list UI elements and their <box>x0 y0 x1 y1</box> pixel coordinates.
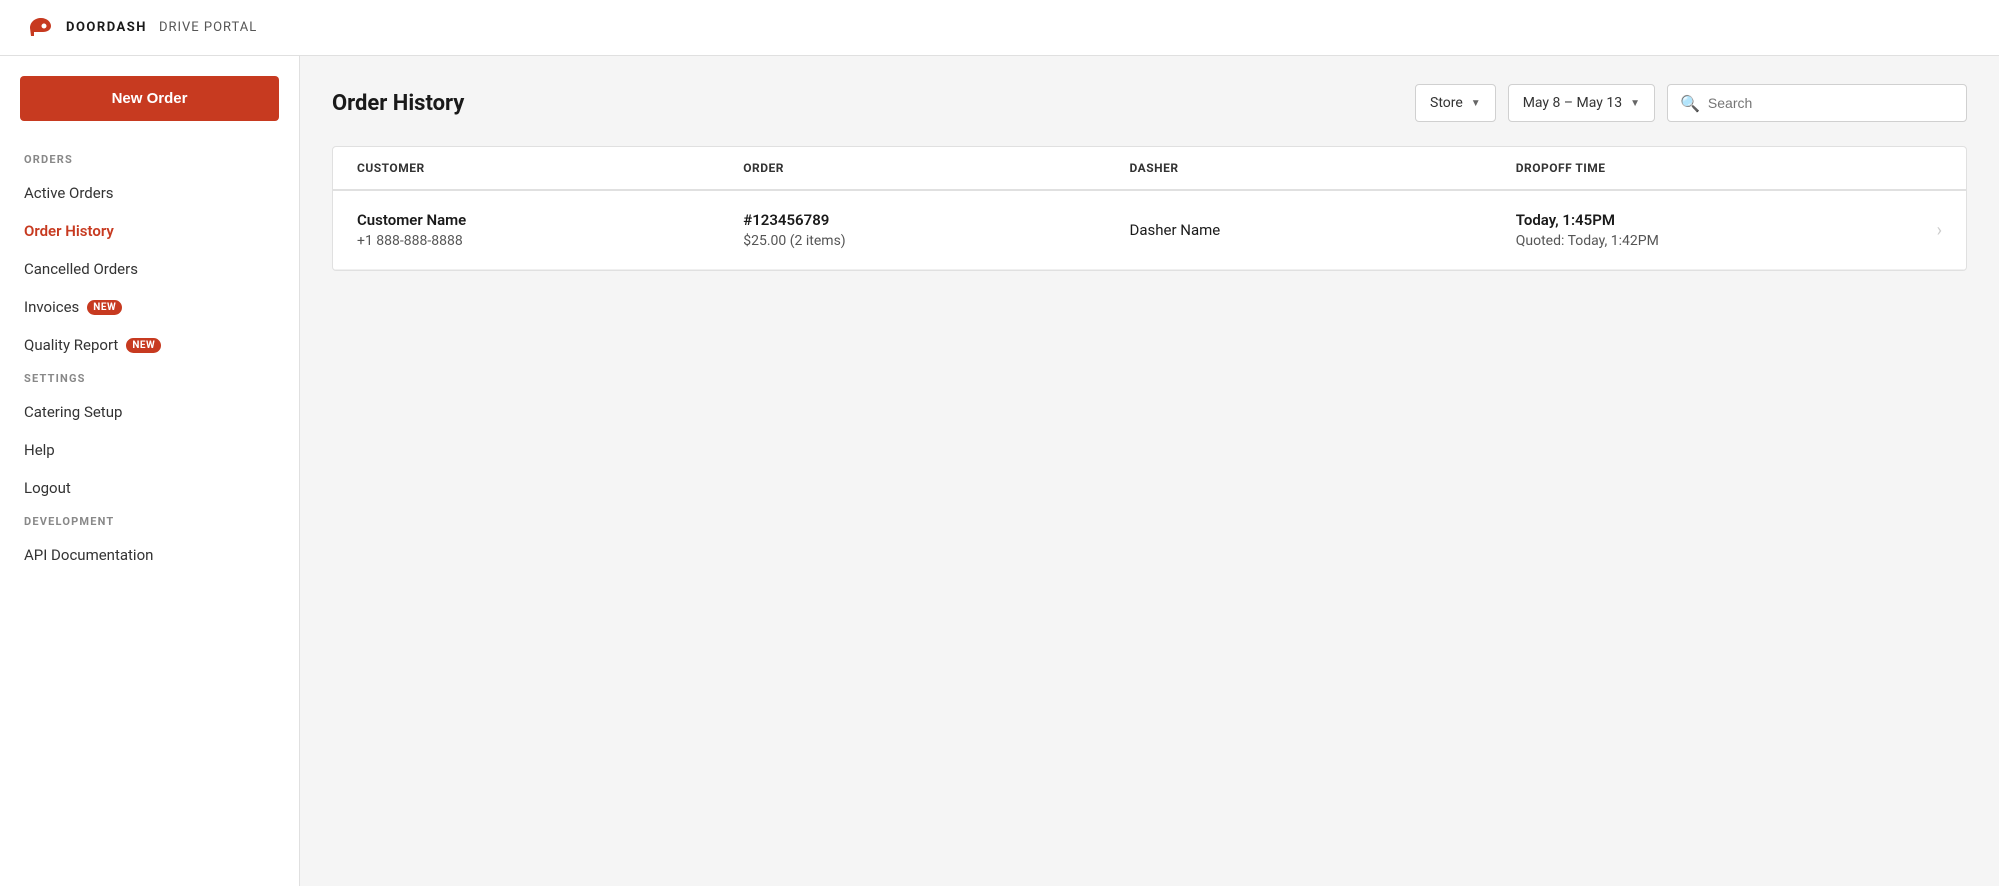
sidebar-item-label-quality-report: Quality Report <box>24 336 118 354</box>
sidebar-item-invoices[interactable]: Invoices New <box>0 288 299 326</box>
sidebar-sections: ORDERS Active Orders Order History Cancelle… <box>0 145 299 574</box>
logo-area: DOORDASH DRIVE PORTAL <box>24 12 257 44</box>
sidebar-section-label-development: DEVELOPMENT <box>0 515 299 536</box>
sidebar-section-orders: ORDERS Active Orders Order History Cancelle… <box>0 153 299 364</box>
sidebar-section-settings: SETTINGS Catering Setup Help Logout <box>0 372 299 507</box>
sidebar-item-catering-setup[interactable]: Catering Setup <box>0 393 299 431</box>
search-box[interactable]: 🔍 <box>1667 84 1967 122</box>
dropoff-time: Today, 1:45PM <box>1516 211 1902 229</box>
row-chevron-icon: › <box>1902 220 1942 241</box>
sidebar-item-badge-quality-report: New <box>126 338 161 353</box>
sidebar-item-label-invoices: Invoices <box>24 298 79 316</box>
sidebar-item-label-catering-setup: Catering Setup <box>24 403 122 421</box>
app-name: DOORDASH <box>66 20 147 35</box>
content-header: Order History Store ▼ May 8 – May 13 ▼ 🔍 <box>332 84 1967 122</box>
new-order-button[interactable]: New Order <box>20 76 279 121</box>
doordash-logo-icon <box>24 12 56 44</box>
sidebar-item-label-active-orders: Active Orders <box>24 184 114 202</box>
order-amount: $25.00 (2 items) <box>743 233 1129 249</box>
main-layout: New Order ORDERS Active Orders Order Histo… <box>0 56 1999 886</box>
top-nav: DOORDASH DRIVE PORTAL <box>0 0 1999 56</box>
sidebar-item-quality-report[interactable]: Quality Report New <box>0 326 299 364</box>
header-controls: Store ▼ May 8 – May 13 ▼ 🔍 <box>1415 84 1967 122</box>
sidebar-item-active-orders[interactable]: Active Orders <box>0 174 299 212</box>
sidebar: New Order ORDERS Active Orders Order Histo… <box>0 56 300 886</box>
sidebar-item-cancelled-orders[interactable]: Cancelled Orders <box>0 250 299 288</box>
sidebar-section-label-orders: ORDERS <box>0 153 299 174</box>
sidebar-item-label-cancelled-orders: Cancelled Orders <box>24 260 138 278</box>
page-title: Order History <box>332 91 464 116</box>
store-filter-dropdown[interactable]: Store ▼ <box>1415 84 1496 122</box>
table-row[interactable]: Customer Name +1 888-888-8888 #123456789… <box>333 191 1966 270</box>
order-id: #123456789 <box>743 211 1129 229</box>
search-input[interactable] <box>1708 95 1954 111</box>
store-filter-chevron-icon: ▼ <box>1471 98 1481 109</box>
sidebar-item-logout[interactable]: Logout <box>0 469 299 507</box>
col-header-order: ORDER <box>743 161 1129 175</box>
sidebar-item-badge-invoices: New <box>87 300 122 315</box>
sidebar-item-label-api-docs: API Documentation <box>24 546 153 564</box>
sidebar-item-api-docs[interactable]: API Documentation <box>0 536 299 574</box>
customer-cell: Customer Name +1 888-888-8888 <box>357 211 743 249</box>
order-cell: #123456789 $25.00 (2 items) <box>743 211 1129 249</box>
customer-name: Customer Name <box>357 211 743 229</box>
sidebar-item-help[interactable]: Help <box>0 431 299 469</box>
sidebar-item-label-logout: Logout <box>24 479 71 497</box>
col-header-action <box>1902 161 1942 175</box>
dropoff-cell: Today, 1:45PM Quoted: Today, 1:42PM <box>1516 211 1902 249</box>
date-filter-dropdown[interactable]: May 8 – May 13 ▼ <box>1508 84 1655 122</box>
customer-phone: +1 888-888-8888 <box>357 233 743 249</box>
sidebar-item-order-history[interactable]: Order History <box>0 212 299 250</box>
sidebar-item-label-help: Help <box>24 441 55 459</box>
order-table: CUSTOMER ORDER DASHER DROPOFF TIME Custo… <box>332 146 1967 271</box>
content-area: Order History Store ▼ May 8 – May 13 ▼ 🔍 <box>300 56 1999 886</box>
col-header-customer: CUSTOMER <box>357 161 743 175</box>
dasher-name: Dasher Name <box>1130 221 1516 239</box>
date-filter-label: May 8 – May 13 <box>1523 95 1622 111</box>
sidebar-section-label-settings: SETTINGS <box>0 372 299 393</box>
sidebar-section-development: DEVELOPMENT API Documentation <box>0 515 299 574</box>
search-icon: 🔍 <box>1680 94 1700 113</box>
col-header-dropoff: DROPOFF TIME <box>1516 161 1902 175</box>
dasher-cell: Dasher Name <box>1130 221 1516 239</box>
sidebar-item-label-order-history: Order History <box>24 222 114 240</box>
col-header-dasher: DASHER <box>1130 161 1516 175</box>
dropoff-quoted: Quoted: Today, 1:42PM <box>1516 233 1902 249</box>
store-filter-label: Store <box>1430 95 1463 111</box>
app-subtitle: DRIVE PORTAL <box>159 20 257 35</box>
date-filter-chevron-icon: ▼ <box>1630 98 1640 109</box>
table-header: CUSTOMER ORDER DASHER DROPOFF TIME <box>333 147 1966 191</box>
